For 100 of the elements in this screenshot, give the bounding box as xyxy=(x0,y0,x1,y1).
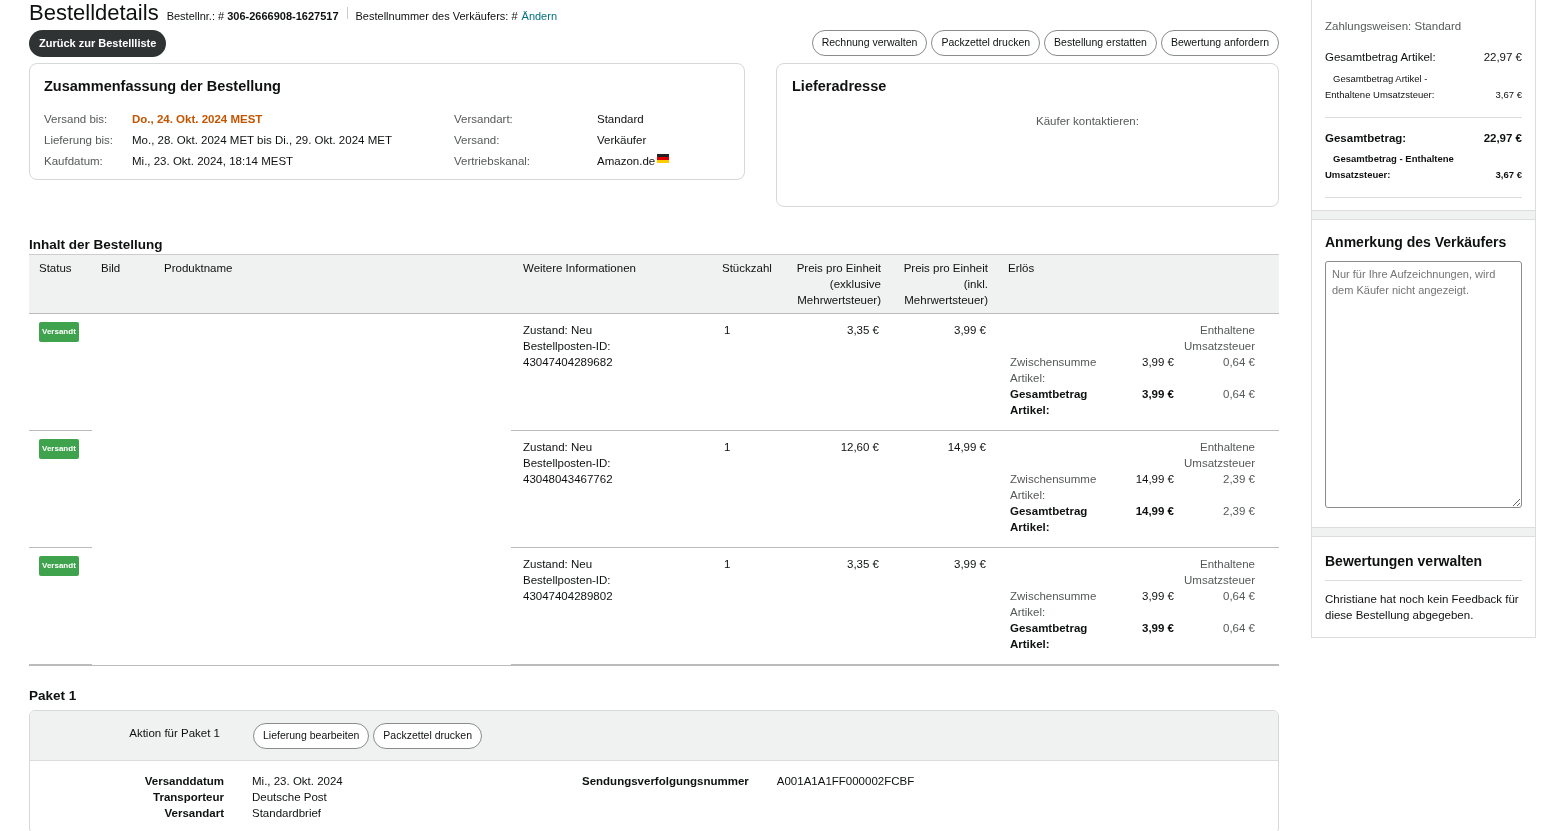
total-label: Gesamtbetrag Artikel: xyxy=(1010,387,1088,416)
sub-total-value: 3,67 € xyxy=(1495,87,1522,102)
sub-total-label: Gesamtbetrag - Enthaltene Umsatzsteuer: xyxy=(1325,151,1455,182)
subtotal-label: Zwischensumme Artikel: xyxy=(1010,355,1097,384)
column-header: Produktname xyxy=(164,261,233,274)
column-header: Preis pro Einheit (inkl. Mehrwertsteuer) xyxy=(903,261,988,306)
table-cell: 1 xyxy=(724,323,731,336)
contact-buyer-label: Käufer kontaktieren: xyxy=(1036,115,1139,128)
status-badge: Versandt xyxy=(39,555,79,576)
total-value: 22,97 € xyxy=(1483,50,1522,66)
column-header: Status xyxy=(39,261,72,274)
column-header: Erlös xyxy=(1008,261,1035,274)
status-badge: Versandt xyxy=(39,321,79,342)
item-id: 43047404289802 xyxy=(523,588,614,604)
table-cell: 12,60 € xyxy=(840,440,879,453)
field-value: Mo., 28. Okt. 2024 MET bis Di., 29. Okt. 2024 MET xyxy=(132,133,392,149)
note-field[interactable]: Nur für Ihre Aufzeichnungen, wird dem Käufer nicht angezeigt. xyxy=(1325,260,1522,508)
detail-label: Transporteur xyxy=(152,789,224,805)
column-header: Bild xyxy=(101,261,121,274)
flag-icon xyxy=(657,154,670,164)
field-label: Versandart: xyxy=(454,112,514,128)
item-id: 43048043467762 xyxy=(523,471,614,487)
back-button[interactable]: Zurück zur Bestellliste xyxy=(29,30,167,57)
change-link[interactable]: Ändern xyxy=(521,8,558,25)
subtotal-value: 14,99 € xyxy=(1135,472,1174,485)
tax-heading: Enthaltene Umsatzsteuer xyxy=(1184,557,1255,586)
tax-heading: Enthaltene Umsatzsteuer xyxy=(1184,323,1255,352)
total-label: Gesamtbetrag Artikel: xyxy=(1010,621,1088,650)
card-title: Zusammenfassung der Bestellung xyxy=(44,76,282,96)
status-badge: Versandt xyxy=(39,438,79,459)
total-label: Gesamtbetrag Artikel: xyxy=(1325,50,1436,66)
table-cell: 1 xyxy=(724,557,731,570)
item-condition: Zustand: Neu xyxy=(523,439,594,455)
field-value: Do., 24. Okt. 2024 MEST xyxy=(132,112,263,128)
seller-order-number-label: Bestellnummer des Verkäufers: # xyxy=(355,9,518,24)
package-action-button[interactable]: Packzettel drucken xyxy=(373,722,483,749)
package-action-label: Aktion für Paket 1 xyxy=(129,726,220,739)
field-value: Verkäufer xyxy=(597,133,647,149)
field-value: Amazon.de xyxy=(597,154,656,170)
item-id-label: Bestellposten-ID: xyxy=(523,455,612,471)
item-id-label: Bestellposten-ID: xyxy=(523,338,612,354)
total-label: Gesamtbetrag Artikel: xyxy=(1010,504,1088,533)
subtotal-value: 3,99 € xyxy=(1142,355,1174,368)
field-label: Kaufdatum: xyxy=(44,154,104,170)
detail-label: Versanddatum xyxy=(143,773,224,789)
tax-heading: Enthaltene Umsatzsteuer xyxy=(1184,440,1255,469)
column-header: Stückzahl xyxy=(722,261,772,274)
subtotal-value: 3,99 € xyxy=(1142,589,1174,602)
field-value: Mi., 23. Okt. 2024, 18:14 MEST xyxy=(132,154,294,170)
tax-value: 0,64 € xyxy=(1223,355,1255,368)
action-button[interactable]: Packzettel drucken xyxy=(931,30,1041,57)
subtotal-label: Zwischensumme Artikel: xyxy=(1010,472,1097,501)
section-title: Anmerkung des Verkäufers xyxy=(1325,232,1508,252)
total-value: 3,99 € xyxy=(1142,387,1174,400)
total-value: 22,97 € xyxy=(1483,130,1522,146)
order-number: Bestellnr.: # 306-2666908-1627517 xyxy=(166,9,339,24)
detail-label: Versandart xyxy=(163,805,224,821)
column-header: Preis pro Einheit (exklusive Mehrwertsteuer) xyxy=(796,261,881,306)
table-cell: 3,99 € xyxy=(954,557,986,570)
card-title: Lieferadresse xyxy=(792,76,888,96)
action-button[interactable]: Bestellung erstatten xyxy=(1044,30,1157,57)
item-condition: Zustand: Neu xyxy=(523,556,594,572)
tracking-label: Sendungsverfolgungsnummer xyxy=(582,774,749,787)
item-id: 43047404289682 xyxy=(523,354,614,370)
tax-value: 0,64 € xyxy=(1223,589,1255,602)
section-title: Bewertungen verwalten xyxy=(1325,551,1522,581)
table-cell: 1 xyxy=(724,440,731,453)
field-label: Versand: xyxy=(454,133,501,149)
item-condition: Zustand: Neu xyxy=(523,322,594,338)
feedback-text: Christiane hat noch kein Feedback für diese Bestellung abgegeben. xyxy=(1325,592,1520,623)
section-title: Paket 1 xyxy=(29,686,78,705)
table-cell: 14,99 € xyxy=(947,440,986,453)
total-label: Gesamtbetrag: xyxy=(1325,130,1407,146)
page-title: Bestelldetails xyxy=(29,0,159,26)
table-cell: 3,35 € xyxy=(847,323,879,336)
sub-total-label: Gesamtbetrag Artikel - Enthaltene Umsatzsteuer: xyxy=(1325,71,1436,102)
total-value: 3,99 € xyxy=(1142,621,1174,634)
detail-value: Deutsche Post xyxy=(252,789,328,805)
field-value: Standard xyxy=(597,112,644,128)
payment-method: Zahlungsweisen: Standard xyxy=(1325,19,1463,34)
section-title: Inhalt der Bestellung xyxy=(29,235,164,254)
table-cell: 3,35 € xyxy=(847,557,879,570)
field-label: Versand bis: xyxy=(44,112,109,128)
sub-total-value: 3,67 € xyxy=(1495,167,1522,182)
detail-value: Mi., 23. Okt. 2024 xyxy=(252,773,344,789)
field-label: Lieferung bis: xyxy=(44,133,115,149)
subtotal-label: Zwischensumme Artikel: xyxy=(1010,589,1097,618)
action-button[interactable]: Rechnung verwalten xyxy=(811,30,928,57)
tax-value: 2,39 € xyxy=(1223,504,1255,517)
item-id-label: Bestellposten-ID: xyxy=(523,572,612,588)
table-cell: 3,99 € xyxy=(954,323,986,336)
tax-value: 0,64 € xyxy=(1223,621,1255,634)
tracking-number: A001A1A1FF000002FCBF xyxy=(776,774,915,787)
tax-value: 0,64 € xyxy=(1223,387,1255,400)
action-button[interactable]: Bewertung anfordern xyxy=(1160,30,1279,57)
column-header: Weitere Informationen xyxy=(523,261,636,274)
package-action-button[interactable]: Lieferung bearbeiten xyxy=(253,722,370,749)
field-label: Vertriebskanal: xyxy=(454,154,532,170)
tax-value: 2,39 € xyxy=(1223,472,1255,485)
detail-value: Standardbrief xyxy=(252,805,323,821)
